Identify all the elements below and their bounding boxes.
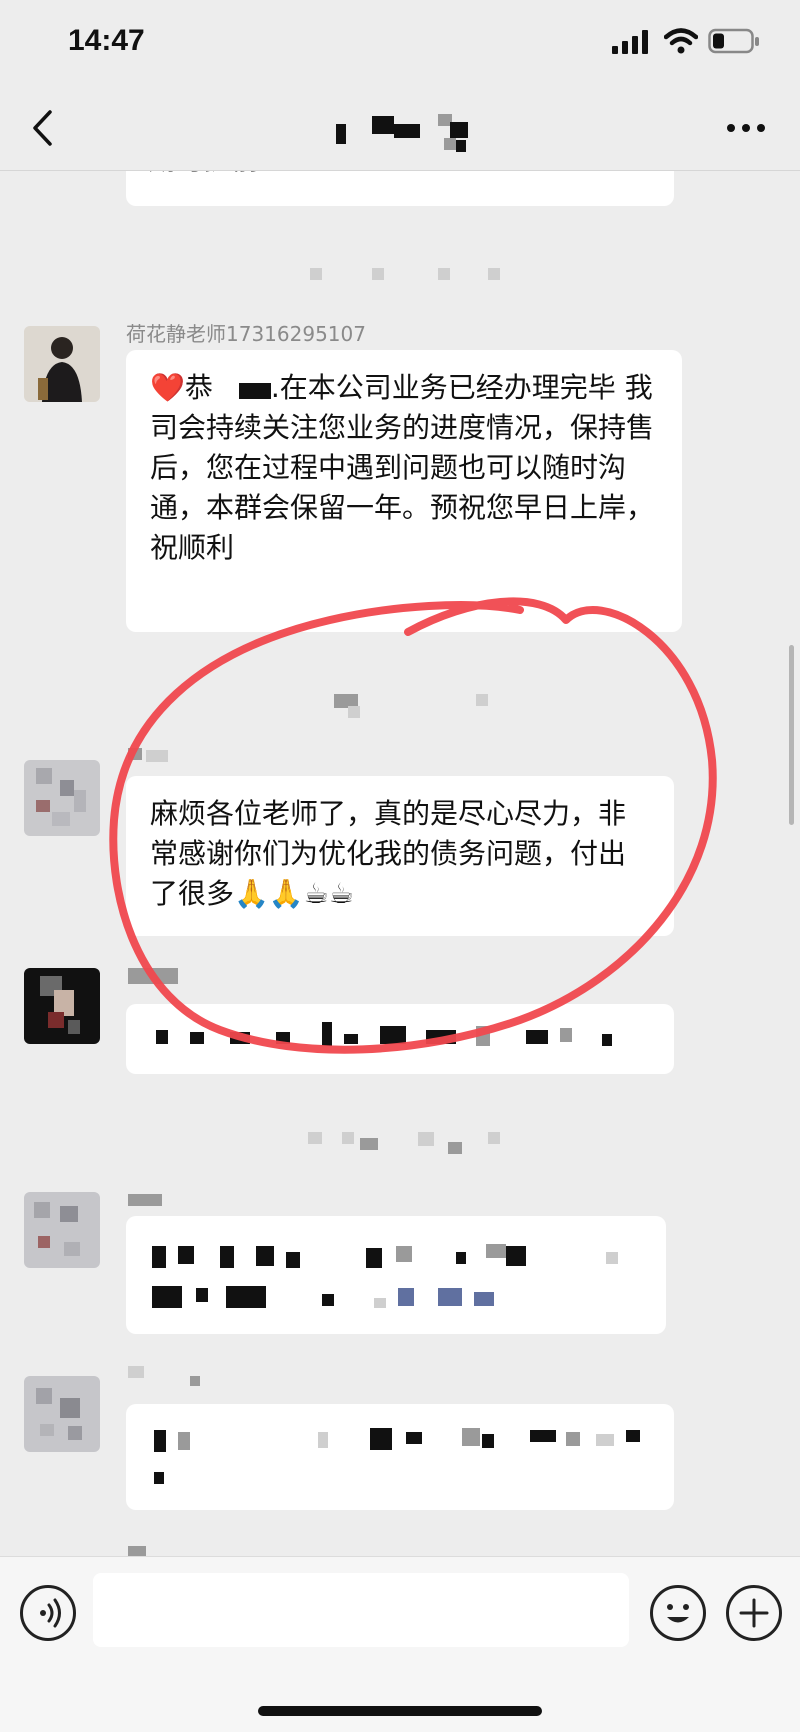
plus-button[interactable]: [726, 1585, 782, 1641]
sender-name: 荷花静老师17316295107: [126, 322, 366, 346]
message-input[interactable]: [93, 1573, 629, 1647]
sender-name-blurred: [128, 1366, 208, 1390]
avatar[interactable]: [24, 1192, 100, 1268]
voice-button[interactable]: [20, 1585, 76, 1641]
avatar[interactable]: [24, 760, 100, 836]
emoji-button[interactable]: [650, 1585, 706, 1641]
battery-icon: [708, 28, 759, 54]
message-bubble[interactable]: 麻烦各位老师了，真的是尽心尽力，非常感谢你们为优化我的债务问题，付出了很多🙏🙏☕…: [126, 776, 674, 936]
avatar[interactable]: [24, 968, 100, 1044]
avatar[interactable]: [24, 326, 100, 402]
message-emojis: 🙏🙏☕☕: [234, 877, 354, 910]
plus-icon: [739, 1598, 769, 1628]
message-text: 恭: [184, 371, 213, 404]
timestamp-blurred: [334, 692, 494, 722]
heart-emoji: ❤️: [150, 371, 185, 404]
timestamp-blurred: [308, 268, 508, 284]
message-bubble[interactable]: [126, 1216, 666, 1334]
message-bubble[interactable]: [126, 1404, 674, 1510]
redacted-name: [213, 377, 271, 401]
sender-name-blurred: [128, 1194, 198, 1212]
chat-title-mask: [330, 110, 480, 156]
chevron-left-icon[interactable]: [30, 108, 54, 148]
signal-icon: [612, 30, 648, 54]
sender-name-blurred: [128, 748, 198, 766]
wifi-icon: [664, 28, 698, 54]
more-button[interactable]: [726, 122, 766, 134]
message-text: 麻烦各位老师了，真的是尽心尽力，非常感谢你们为优化我的债务问题，付出了很多: [150, 797, 627, 910]
message-bubble[interactable]: ❤️恭 .在本公司业务已经办理完毕 我司会持续关注您业务的进度情况，保持售后，您在…: [126, 350, 682, 632]
emoji-icon: [667, 1604, 689, 1623]
voice-icon: [40, 1598, 61, 1628]
scrollbar[interactable]: [789, 645, 794, 825]
timestamp-blurred: [308, 1130, 508, 1160]
status-time: 14:47: [68, 24, 145, 57]
sender-name-blurred: [128, 964, 198, 988]
avatar[interactable]: [24, 1376, 100, 1452]
home-indicator: [258, 1706, 542, 1716]
message-bubble[interactable]: [126, 1004, 674, 1074]
